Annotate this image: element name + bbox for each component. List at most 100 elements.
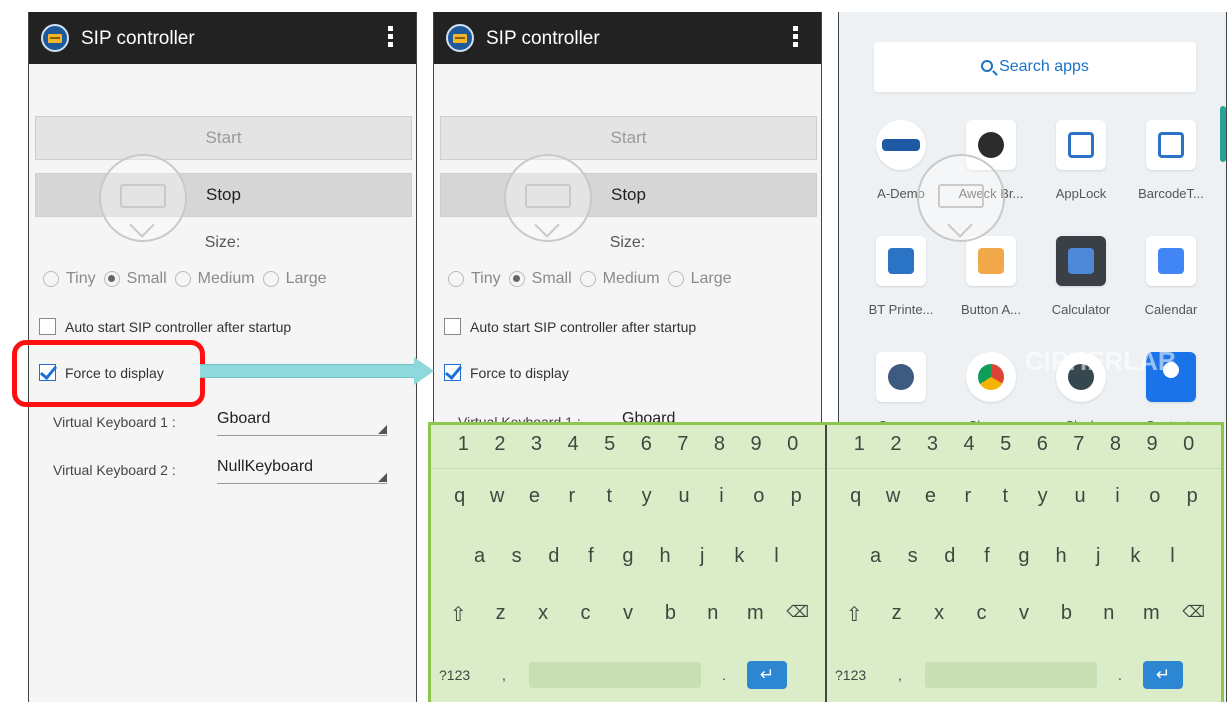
force-display-checkbox[interactable]	[444, 364, 461, 381]
comma-key[interactable]: ,	[875, 667, 925, 683]
key[interactable]: i	[708, 485, 734, 508]
key[interactable]: 0	[1176, 433, 1202, 468]
key[interactable]: j	[1085, 545, 1111, 568]
app-camera[interactable]: Camera	[853, 352, 949, 433]
key[interactable]: u	[671, 485, 697, 508]
overflow-menu-icon[interactable]	[793, 26, 799, 50]
floating-keyboard-icon[interactable]	[99, 154, 187, 242]
vk1-dropdown[interactable]: Gboard	[217, 410, 387, 436]
size-option-medium[interactable]: Medium	[579, 270, 660, 288]
key[interactable]: d	[937, 545, 963, 568]
key[interactable]: n	[1096, 602, 1122, 627]
key[interactable]: h	[652, 545, 678, 568]
key[interactable]: q	[843, 485, 869, 508]
key[interactable]: 2	[487, 433, 513, 468]
key[interactable]: r	[955, 485, 981, 508]
key[interactable]: 3	[523, 433, 549, 468]
key[interactable]: e	[917, 485, 943, 508]
key[interactable]: x	[530, 602, 556, 627]
key[interactable]: z	[884, 602, 910, 627]
app-barcode[interactable]: BarcodeT...	[1123, 120, 1219, 201]
key[interactable]: o	[1142, 485, 1168, 508]
key[interactable]: s	[900, 545, 926, 568]
floating-keyboard-icon[interactable]	[504, 154, 592, 242]
key[interactable]: x	[926, 602, 952, 627]
start-button[interactable]: Start	[35, 116, 412, 160]
key[interactable]: w	[484, 485, 510, 508]
key[interactable]: y	[1030, 485, 1056, 508]
key[interactable]: a	[863, 545, 889, 568]
spacebar[interactable]	[529, 662, 701, 688]
key[interactable]: y	[634, 485, 660, 508]
overflow-menu-icon[interactable]	[388, 26, 394, 50]
size-option-large[interactable]: Large	[667, 270, 731, 288]
stop-button[interactable]: Stop	[440, 173, 817, 217]
start-button[interactable]: Start	[440, 116, 817, 160]
key[interactable]: w	[880, 485, 906, 508]
key[interactable]: z	[488, 602, 514, 627]
key[interactable]: c	[969, 602, 995, 627]
key[interactable]: l	[763, 545, 789, 568]
key[interactable]: b	[657, 602, 683, 627]
key[interactable]: n	[700, 602, 726, 627]
key[interactable]: 5	[597, 433, 623, 468]
app-bt-printer[interactable]: BT Printe...	[853, 236, 949, 317]
key[interactable]: 5	[993, 433, 1019, 468]
key[interactable]: 4	[560, 433, 586, 468]
key[interactable]: 0	[780, 433, 806, 468]
key[interactable]: g	[615, 545, 641, 568]
period-key[interactable]: .	[701, 667, 747, 683]
app-applock[interactable]: AppLock	[1033, 120, 1129, 201]
search-apps-bar[interactable]: Search apps	[874, 42, 1196, 92]
backspace-icon[interactable]: ⌫	[785, 602, 811, 627]
key[interactable]: s	[504, 545, 530, 568]
scrollbar[interactable]	[1220, 106, 1226, 162]
key[interactable]: 9	[743, 433, 769, 468]
key[interactable]: 1	[450, 433, 476, 468]
key[interactable]: c	[573, 602, 599, 627]
size-option-medium[interactable]: Medium	[174, 270, 255, 288]
key[interactable]: t	[596, 485, 622, 508]
key[interactable]: 8	[706, 433, 732, 468]
key[interactable]: 6	[633, 433, 659, 468]
app-button-assignment[interactable]: Button A...	[943, 236, 1039, 317]
force-display-option[interactable]: Force to display	[444, 364, 569, 381]
key[interactable]: r	[559, 485, 585, 508]
stop-button[interactable]: Stop	[35, 173, 412, 217]
key[interactable]: q	[447, 485, 473, 508]
size-option-large[interactable]: Large	[262, 270, 326, 288]
key[interactable]: k	[726, 545, 752, 568]
key[interactable]: 8	[1102, 433, 1128, 468]
app-calculator[interactable]: Calculator	[1033, 236, 1129, 317]
key[interactable]: v	[615, 602, 641, 627]
key[interactable]: i	[1104, 485, 1130, 508]
key[interactable]: u	[1067, 485, 1093, 508]
app-calendar[interactable]: Calendar	[1123, 236, 1219, 317]
key[interactable]: d	[541, 545, 567, 568]
size-option-tiny[interactable]: Tiny	[43, 270, 96, 288]
shift-icon[interactable]: ⇧	[445, 602, 471, 627]
key[interactable]: v	[1011, 602, 1037, 627]
enter-icon[interactable]: ↵	[747, 661, 787, 689]
key[interactable]: f	[578, 545, 604, 568]
key[interactable]: m	[1138, 602, 1164, 627]
key[interactable]: 4	[956, 433, 982, 468]
vk2-dropdown[interactable]: NullKeyboard	[217, 458, 387, 484]
comma-key[interactable]: ,	[479, 667, 529, 683]
key[interactable]: 9	[1139, 433, 1165, 468]
key[interactable]: 2	[883, 433, 909, 468]
backspace-icon[interactable]: ⌫	[1181, 602, 1207, 627]
size-option-small[interactable]: Small	[103, 270, 167, 288]
key[interactable]: j	[689, 545, 715, 568]
key[interactable]: 3	[919, 433, 945, 468]
key[interactable]: g	[1011, 545, 1037, 568]
auto-start-option[interactable]: Auto start SIP controller after startup	[444, 318, 696, 335]
enter-icon[interactable]: ↵	[1143, 661, 1183, 689]
key[interactable]: a	[467, 545, 493, 568]
auto-start-checkbox[interactable]	[39, 318, 56, 335]
key[interactable]: p	[1179, 485, 1205, 508]
floating-keyboard-icon[interactable]	[917, 154, 1005, 242]
key[interactable]: k	[1122, 545, 1148, 568]
shift-icon[interactable]: ⇧	[841, 602, 867, 627]
key[interactable]: m	[742, 602, 768, 627]
